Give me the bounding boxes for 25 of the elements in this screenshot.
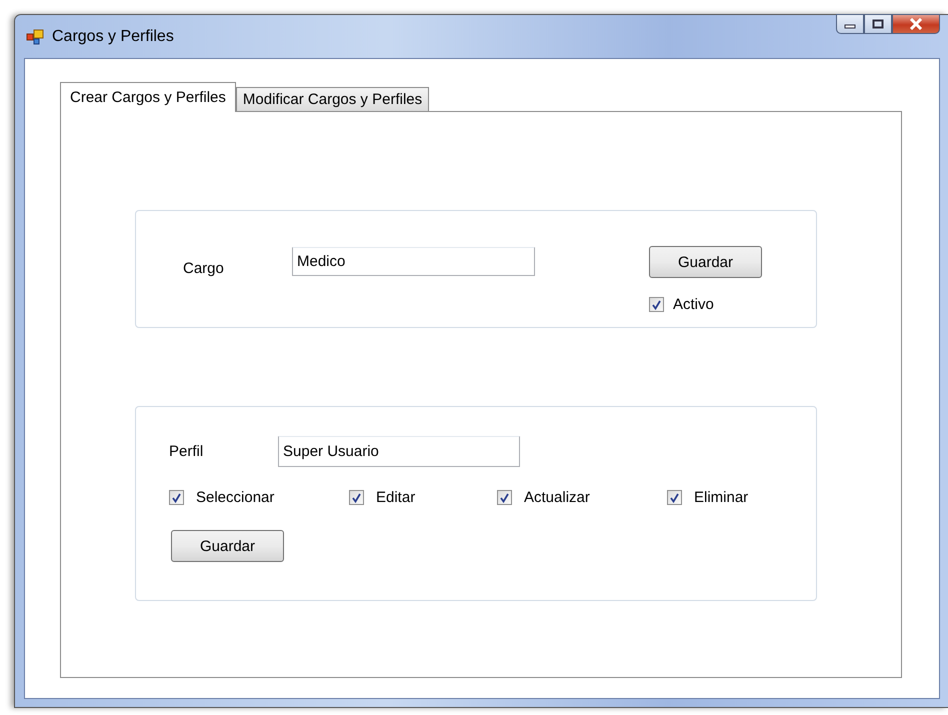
input-field[interactable]: Medico xyxy=(292,247,535,276)
field-label: Cargo xyxy=(183,260,225,277)
checkbox-label: Activo xyxy=(673,296,714,313)
checkbox[interactable] xyxy=(497,490,512,505)
checkbox[interactable] xyxy=(169,490,184,505)
checkbox[interactable] xyxy=(349,490,364,505)
tab[interactable]: Crear Cargos y Perfiles xyxy=(60,82,236,112)
app-icon xyxy=(26,28,44,44)
close-button[interactable] xyxy=(892,14,940,34)
checkbox[interactable] xyxy=(667,490,682,505)
checkbox-label: Editar xyxy=(376,489,416,506)
save-button[interactable]: Guardar xyxy=(171,530,284,562)
checkbox-label: Eliminar xyxy=(694,489,748,506)
save-button[interactable]: Guardar xyxy=(649,246,762,278)
minimize-button[interactable] xyxy=(836,14,864,34)
close-icon xyxy=(909,18,923,30)
input-field[interactable]: Super Usuario xyxy=(278,436,520,467)
checkbox[interactable] xyxy=(649,297,664,312)
maximize-icon xyxy=(872,19,884,29)
field-label: Perfil xyxy=(169,443,204,460)
checkbox-label: Seleccionar xyxy=(196,489,274,506)
tab[interactable]: Modificar Cargos y Perfiles xyxy=(236,87,430,111)
checkbox-label: Actualizar xyxy=(524,489,590,506)
window-title: Cargos y Perfiles xyxy=(52,28,174,46)
maximize-button[interactable] xyxy=(864,14,892,34)
